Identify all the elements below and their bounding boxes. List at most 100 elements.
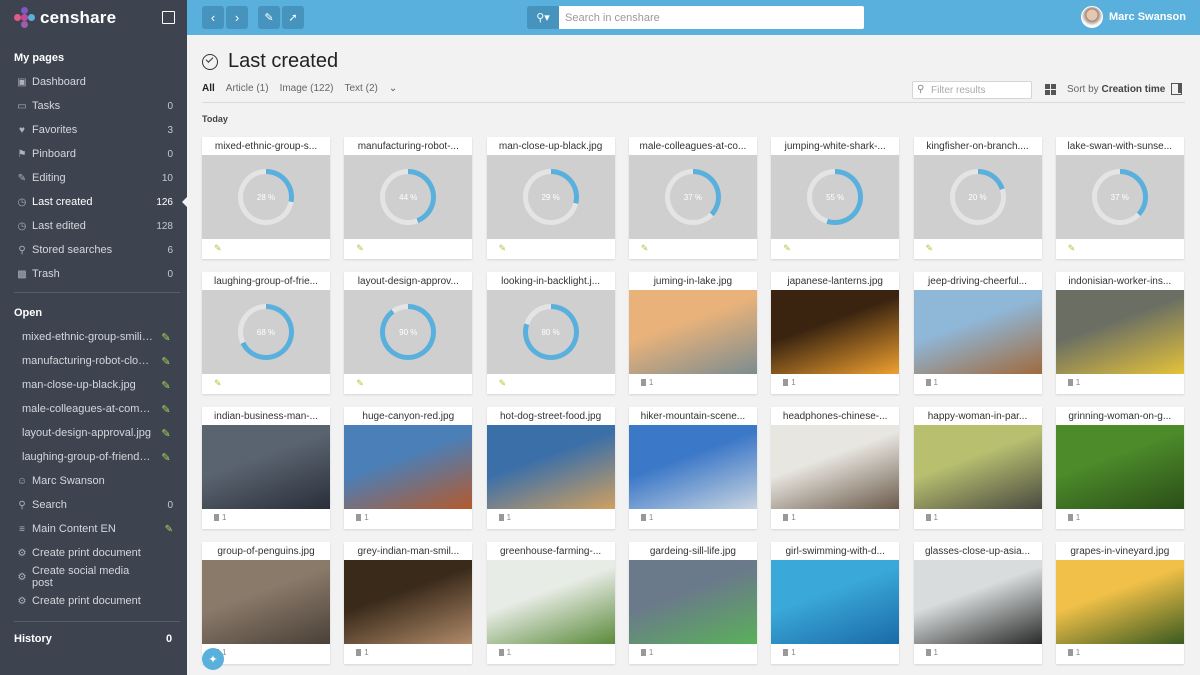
document-icon (1067, 649, 1073, 656)
progress-ring: 68 % (238, 304, 294, 360)
asset-card[interactable]: girl-swimming-with-d... 1 (771, 542, 900, 664)
asset-card[interactable]: happy-woman-in-par... 1 (913, 407, 1042, 529)
sort-control[interactable]: Sort by Creation time (1067, 84, 1165, 95)
asset-footer: 1 (925, 378, 938, 387)
tab-image[interactable]: Image (122) (280, 83, 334, 94)
asset-card[interactable]: man-close-up-black.jpg 29 % ✎ (486, 137, 615, 259)
sidebar-item-count: 128 (156, 220, 173, 232)
progress-percent: 37 % (669, 174, 716, 220)
asset-card[interactable]: juming-in-lake.jpg 1 (628, 272, 757, 394)
chevron-down-icon[interactable]: ⌄ (389, 83, 397, 94)
grid-view-icon[interactable] (1045, 84, 1056, 95)
brand: censhare (0, 0, 187, 35)
history-count: 0 (166, 633, 173, 645)
sidebar-item-favorites[interactable]: ♥ Favorites 3 (0, 118, 187, 142)
asset-card[interactable]: group-of-penguins.jpg 1 (202, 542, 330, 664)
asset-title: manufacturing-robot-... (357, 141, 459, 152)
sidebar-item-pinboard[interactable]: ⚑ Pinboard 0 (0, 142, 187, 166)
open-item-create-print-document[interactable]: ⚙ Create print document (0, 589, 187, 613)
tab-article[interactable]: Article (1) (226, 83, 269, 94)
asset-card[interactable]: lake-swan-with-sunse... 37 % ✎ (1055, 137, 1184, 259)
history-heading[interactable]: History (14, 633, 52, 645)
pencil-icon: ✎ (161, 331, 171, 344)
asset-thumbnail (913, 560, 1042, 644)
asset-card[interactable]: layout-design-approv... 90 % ✎ (344, 272, 473, 394)
open-item-create-print-document[interactable]: ⚙ Create print document (0, 541, 187, 565)
open-item[interactable]: male-colleagues-at-computer.jpg ✎ (0, 397, 187, 421)
asset-card[interactable]: hiker-mountain-scene... 1 (628, 407, 757, 529)
asset-card[interactable]: laughing-group-of-frie... 68 % ✎ (202, 272, 330, 394)
rocket-icon: ➚ (288, 12, 298, 24)
asset-card[interactable]: grey-indian-man-smil... 1 (344, 542, 473, 664)
asset-card[interactable]: kingfisher-on-branch.... 20 % ✎ (913, 137, 1042, 259)
sidebar-item-last-edited[interactable]: ◷ Last edited 128 (0, 214, 187, 238)
pin-button[interactable]: ✦ (202, 648, 224, 670)
asset-card[interactable]: manufacturing-robot-... 44 % ✎ (344, 137, 473, 259)
open-item-main-content-en[interactable]: ≡ Main Content EN ✎ (0, 517, 187, 541)
asset-card[interactable]: japanese-lanterns.jpg 1 (771, 272, 900, 394)
open-item[interactable]: layout-design-approval.jpg ✎ (0, 421, 187, 445)
forward-button[interactable]: › (226, 6, 248, 29)
sidebar-item-last-created[interactable]: ◷ Last created 126 (0, 190, 187, 214)
open-item[interactable]: laughing-group-of-friends.jpg ✎ (0, 445, 187, 469)
asset-card[interactable]: indonisian-worker-ins... 1 (1055, 272, 1184, 394)
list-icon: ≡ (19, 523, 25, 535)
sidebar-toggle-icon[interactable] (162, 11, 175, 24)
asset-card[interactable]: mixed-ethnic-group-s... 28 % ✎ (202, 137, 330, 259)
asset-card[interactable]: indian-business-man-... 1 (202, 407, 330, 529)
user-menu[interactable]: Marc Swanson (1080, 6, 1186, 28)
open-item-marc-swanson[interactable]: ☺ Marc Swanson (0, 469, 187, 493)
asset-thumbnail (1055, 425, 1184, 509)
search-input[interactable] (565, 6, 855, 29)
asset-card[interactable]: male-colleagues-at-co... 37 % ✎ (628, 137, 757, 259)
version-count: 1 (648, 513, 654, 522)
back-button[interactable]: ‹ (202, 6, 224, 29)
open-item[interactable]: manufacturing-robot-close-up.jpg ✎ (0, 349, 187, 373)
open-item-search[interactable]: ⚲ Search 0 (0, 493, 187, 517)
filter-input[interactable] (931, 83, 1029, 97)
pencil-icon: ✎ (356, 243, 364, 253)
upload-progress: 80 % (486, 290, 615, 374)
sort-value: Creation time (1101, 84, 1166, 95)
sidebar-item-editing[interactable]: ✎ Editing 10 (0, 166, 187, 190)
version-count: 1 (791, 513, 796, 522)
new-document-button[interactable]: ✎ (258, 6, 280, 29)
sidebar-item-stored-searches[interactable]: ⚲ Stored searches 6 (0, 238, 187, 262)
asset-card[interactable]: jeep-driving-cheerful... 1 (913, 272, 1042, 394)
quick-create-button[interactable]: ➚ (282, 6, 304, 29)
progress-percent: 20 % (954, 174, 1001, 220)
asset-card[interactable]: looking-in-backlight.j... 80 % ✎ (486, 272, 615, 394)
asset-title: group-of-penguins.jpg (217, 546, 315, 557)
asset-title: lake-swan-with-sunse... (1067, 141, 1173, 152)
asset-card[interactable]: headphones-chinese-... 1 (771, 407, 900, 529)
tab-text[interactable]: Text (2) (345, 83, 378, 94)
open-item[interactable]: mixed-ethnic-group-smiling.jpg ✎ (0, 325, 187, 349)
pin-icon: ⚑ (17, 148, 27, 160)
asset-card[interactable]: greenhouse-farming-... 1 (486, 542, 615, 664)
tab-all[interactable]: All (202, 83, 215, 94)
sidebar-item-count: 0 (167, 148, 173, 160)
pencil-icon: ✎ (783, 243, 791, 253)
open-item[interactable]: man-close-up-black.jpg ✎ (0, 373, 187, 397)
asset-thumbnail (913, 425, 1042, 509)
censhare-logo-icon (14, 6, 36, 29)
asset-card[interactable]: glasses-close-up-asia... 1 (913, 542, 1042, 664)
sidebar-item-tasks[interactable]: ▭ Tasks 0 (0, 94, 187, 118)
progress-ring: 55 % (807, 169, 864, 225)
sidebar-item-count: 0 (167, 100, 173, 112)
sidebar-item-dashboard[interactable]: ▣ Dashboard (0, 70, 187, 94)
sidebar-item-count: 0 (167, 268, 173, 280)
asset-card[interactable]: grapes-in-vineyard.jpg 1 (1055, 542, 1184, 664)
sidebar-item-trash[interactable]: ▩ Trash 0 (0, 262, 187, 286)
asset-card[interactable]: hot-dog-street-food.jpg 1 (486, 407, 615, 529)
search-scope-button[interactable]: ⚲▾ (527, 6, 559, 29)
side-panel-icon[interactable] (1171, 83, 1182, 95)
asset-footer: 1 (1067, 648, 1080, 657)
open-item-create-social-media-post[interactable]: ⚙ Create social media post (0, 565, 187, 589)
asset-card[interactable]: grinning-woman-on-g... 1 (1055, 407, 1184, 529)
document-icon (925, 514, 931, 521)
asset-card[interactable]: huge-canyon-red.jpg 1 (344, 407, 473, 529)
asset-card[interactable]: jumping-white-shark-... 55 % ✎ (771, 137, 900, 259)
progress-ring: 37 % (664, 169, 721, 225)
asset-card[interactable]: gardeing-sill-life.jpg 1 (628, 542, 757, 664)
